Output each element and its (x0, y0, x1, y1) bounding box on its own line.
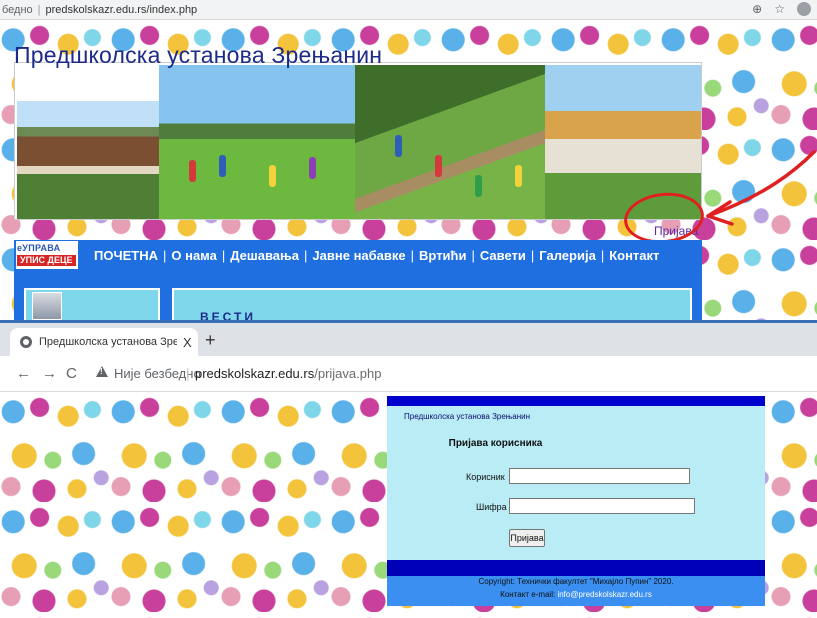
nav-item-gallery[interactable]: Галерија (535, 248, 600, 263)
warning-icon[interactable] (96, 366, 108, 377)
child-figure (435, 155, 442, 177)
photo-banner (14, 62, 702, 220)
tab-title: Предшколска установа Зрењанин (39, 336, 177, 348)
login-page-screenshot: Предшколска установа Зрењанин X + ← → C … (0, 322, 817, 618)
walking-path-photo (355, 65, 545, 219)
forward-arrow-icon[interactable]: → (42, 365, 57, 382)
top-address-bar[interactable]: бедно | predskolskazr.edu.rs/index.php ⊕… (0, 0, 817, 20)
contact-label: Контакт e-mail: (500, 590, 558, 599)
url-field[interactable]: predskolskazr.edu.rs/prijava.php (195, 366, 381, 381)
globe-icon (20, 336, 32, 348)
playground-photo (159, 65, 355, 219)
red-annotation-arrow (706, 150, 816, 226)
kindergarten-building-photo (17, 101, 159, 219)
username-input[interactable] (509, 468, 690, 484)
login-button[interactable]: Пријава (509, 529, 545, 547)
url-host: predskolskazr.edu.rs (195, 366, 315, 381)
back-arrow-icon[interactable]: ← (16, 365, 31, 382)
eupava-label: еУПРАВА (17, 243, 61, 253)
address-separator: | (37, 3, 41, 16)
browser-tab-strip: Предшколска установа Зрењанин X + (0, 322, 817, 356)
child-figure (475, 175, 482, 197)
reload-icon[interactable]: C (66, 365, 77, 382)
child-figure (309, 157, 316, 179)
star-icon[interactable]: ☆ (774, 2, 785, 16)
child-figure (219, 155, 226, 177)
browser-tab[interactable]: Предшколска установа Зрењанин X (10, 328, 198, 356)
nav-items: ПОЧЕТНА | О нама | Дешавања | Јавне наба… (90, 248, 663, 263)
nav-item-contact[interactable]: Контакт (605, 248, 663, 263)
url-separator: | (186, 365, 190, 381)
profile-icon[interactable] (797, 2, 811, 16)
close-tab-icon[interactable]: X (183, 335, 192, 350)
sidebar-thumbnail[interactable] (32, 292, 62, 320)
nav-item-kindergartens[interactable]: Вртићи (415, 248, 470, 263)
top-url[interactable]: predskolskazr.edu.rs/index.php (46, 4, 198, 16)
footer-copyright: Copyright: Технички факултет "Михајло Пу… (478, 577, 674, 586)
child-figure (515, 165, 522, 187)
address-bar: ← → C Није безбедно | predskolskazr.edu.… (0, 356, 817, 392)
child-figure (189, 160, 196, 182)
login-site-name: Предшколска установа Зрењанин (404, 412, 531, 421)
email-link[interactable]: info@predskolskazr.edu.rs (557, 590, 651, 599)
nav-item-about[interactable]: О нама (167, 248, 220, 263)
nav-item-advice[interactable]: Савети (476, 248, 530, 263)
password-input[interactable] (509, 498, 695, 514)
url-path: /prijava.php (314, 366, 382, 381)
new-tab-button[interactable]: + (205, 330, 216, 351)
zoom-icon[interactable]: ⊕ (752, 2, 762, 16)
enrollment-label: УПИС ДЕЦЕ (17, 255, 76, 266)
child-figure (395, 135, 402, 157)
username-label: Корисник (466, 472, 505, 482)
nav-item-events[interactable]: Дешавања (226, 248, 303, 263)
eupava-badge[interactable]: еУПРАВА УПИС ДЕЦЕ (16, 241, 78, 269)
child-figure (269, 165, 276, 187)
nav-item-home[interactable]: ПОЧЕТНА (90, 248, 162, 263)
screenshot-divider (0, 321, 817, 323)
login-heading: Пријава корисника (448, 438, 543, 449)
nav-item-procurement[interactable]: Јавне набавке (308, 248, 409, 263)
index-page-screenshot: бедно | predskolskazr.edu.rs/index.php ⊕… (0, 0, 817, 322)
password-label: Шифра (476, 502, 507, 512)
footer-band (387, 560, 765, 576)
site-title: Предшколска установа Зрењанин (14, 42, 383, 68)
footer-contact: Контакт e-mail: info@predskolskazr.edu.r… (387, 590, 765, 599)
security-prefix: бедно (2, 3, 33, 16)
top-bar-icons: ⊕ ☆ (752, 2, 811, 16)
